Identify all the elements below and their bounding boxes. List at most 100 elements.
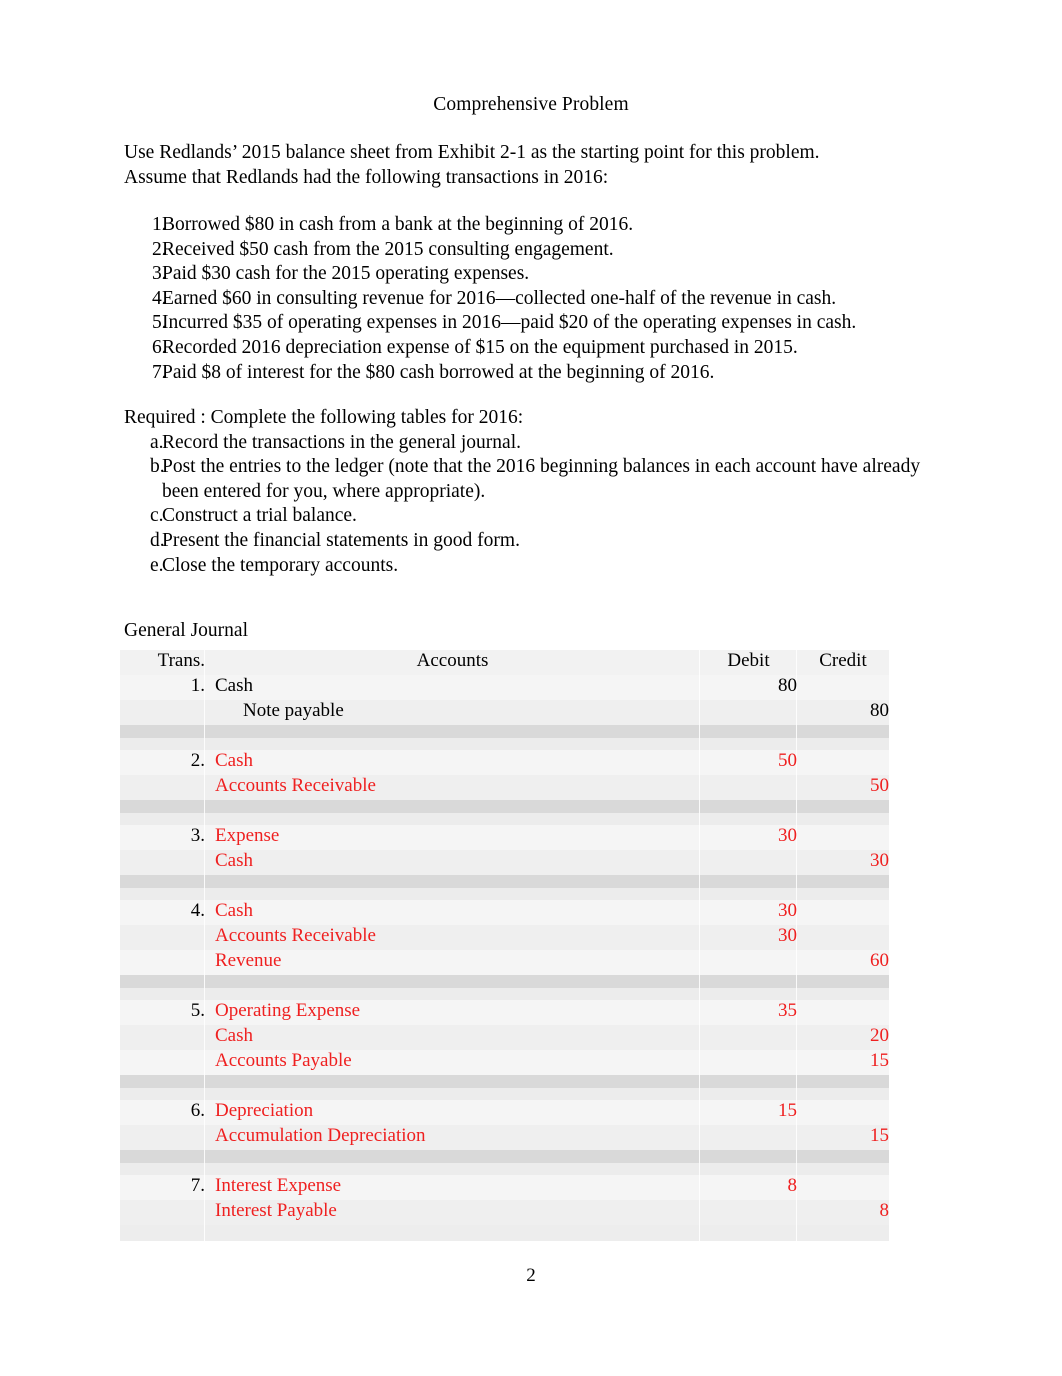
table-spacer-cell	[797, 875, 889, 888]
journal-account-name: Operating Expense	[205, 1000, 700, 1025]
intro-line-2: Assume that Redlands had the following t…	[124, 166, 609, 188]
table-spacer-cell	[700, 875, 797, 888]
table-bottom-cell	[205, 1225, 700, 1241]
table-row: Accounts Payable 15	[120, 1050, 889, 1075]
required-list-item-text: Present the financial statements in good…	[162, 529, 520, 551]
required-list-item-text: Close the temporary accounts.	[162, 554, 399, 576]
intro-paragraph: Use Redlands’ 2015 balance sheet from Ex…	[124, 141, 914, 190]
table-spacer-row	[120, 1150, 889, 1163]
journal-account-name: Interest Payable	[205, 1200, 700, 1225]
journal-account-name: Accounts Receivable	[205, 925, 700, 950]
journal-debit-amount	[700, 950, 797, 975]
list-item-text: Earned $60 in consulting revenue for 201…	[162, 287, 837, 309]
journal-credit-amount: 50	[797, 775, 889, 800]
journal-credit-amount	[797, 1175, 889, 1200]
list-item-number: 7.	[152, 361, 167, 383]
journal-trans-number: 1.	[120, 675, 205, 700]
table-row: 5. Operating Expense 35	[120, 1000, 889, 1025]
intro-line-1: Use Redlands’ 2015 balance sheet from Ex…	[124, 142, 820, 163]
table-spacer-cell	[205, 738, 700, 750]
column-header-trans: Trans.	[120, 650, 205, 675]
table-row: Accounts Receivable 50	[120, 775, 889, 800]
journal-trans-number: 7.	[120, 1175, 205, 1200]
journal-trans-number	[120, 950, 205, 975]
table-bottom-cell	[120, 1225, 205, 1241]
table-spacer-cell	[120, 813, 205, 825]
table-row: Note payable 80	[120, 700, 889, 725]
table-spacer-cell	[205, 725, 700, 738]
list-item: 4. Earned $60 in consulting revenue for 2…	[124, 287, 954, 312]
journal-trans-number	[120, 1200, 205, 1225]
table-spacer-cell	[797, 1150, 889, 1163]
list-item-text: Incurred $35 of operating expenses in 20…	[162, 312, 857, 334]
journal-account-name: Note payable	[205, 700, 700, 725]
table-spacer-cell	[700, 988, 797, 1000]
list-item: 7. Paid $8 of interest for the $80 cash b…	[124, 361, 954, 386]
table-spacer-cell	[797, 988, 889, 1000]
table-spacer-row	[120, 813, 889, 825]
table-spacer-cell	[120, 1075, 205, 1088]
journal-credit-amount: 30	[797, 850, 889, 875]
document-page: Comprehensive Problem Use Redlands’ 2015…	[0, 0, 1062, 1376]
table-spacer-row	[120, 725, 889, 738]
journal-debit-amount: 30	[700, 925, 797, 950]
table-spacer-cell	[700, 888, 797, 900]
journal-credit-amount	[797, 675, 889, 700]
table-row: 3. Expense 30	[120, 825, 889, 850]
table-spacer-cell	[797, 1075, 889, 1088]
journal-debit-amount: 8	[700, 1175, 797, 1200]
journal-debit-amount: 50	[700, 750, 797, 775]
table-spacer-cell	[120, 1163, 205, 1175]
table-row: Cash 30	[120, 850, 889, 875]
table-bottom-cell	[700, 1225, 797, 1241]
table-spacer-row	[120, 800, 889, 813]
journal-debit-amount: 80	[700, 675, 797, 700]
list-item-text: Paid $8 of interest for the $80 cash bor…	[162, 361, 715, 383]
journal-debit-amount	[700, 1200, 797, 1225]
journal-credit-amount	[797, 825, 889, 850]
journal-account-name: Depreciation	[205, 1100, 700, 1125]
required-list-item: a. Record the transactions in the general…	[124, 431, 924, 456]
table-spacer-cell	[797, 813, 889, 825]
table-spacer-cell	[120, 725, 205, 738]
required-list-item: e. Close the temporary accounts.	[124, 554, 924, 579]
column-header-debit: Debit	[700, 650, 797, 675]
table-spacer-cell	[700, 1163, 797, 1175]
journal-debit-amount: 15	[700, 1100, 797, 1125]
table-spacer-cell	[797, 725, 889, 738]
table-spacer-row	[120, 888, 889, 900]
journal-account-name: Accumulation Depreciation	[205, 1125, 700, 1150]
journal-trans-number	[120, 925, 205, 950]
required-list-item-number: b.	[150, 456, 165, 478]
table-spacer-cell	[205, 1088, 700, 1100]
journal-trans-number: 4.	[120, 900, 205, 925]
list-item: 6. Recorded 2016 depreciation expense of …	[124, 336, 954, 361]
journal-credit-amount	[797, 1100, 889, 1125]
table-row: Cash 20	[120, 1025, 889, 1050]
table-row: Interest Payable 8	[120, 1200, 889, 1225]
table-spacer-cell	[700, 1150, 797, 1163]
journal-account-name: Expense	[205, 825, 700, 850]
journal-trans-number	[120, 700, 205, 725]
journal-account-name: Accounts Payable	[205, 1050, 700, 1075]
table-spacer-cell	[797, 1088, 889, 1100]
list-item-text: Recorded 2016 depreciation expense of $1…	[162, 336, 798, 358]
journal-credit-amount: 15	[797, 1050, 889, 1075]
journal-trans-number	[120, 850, 205, 875]
column-header-credit: Credit	[797, 650, 889, 675]
table-spacer-cell	[120, 875, 205, 888]
table-spacer-cell	[205, 988, 700, 1000]
journal-account-name: Cash	[205, 1025, 700, 1050]
list-item-text: Received $50 cash from the 2015 consulti…	[162, 238, 614, 260]
required-list: a. Record the transactions in the general…	[124, 431, 924, 579]
journal-account-name: Revenue	[205, 950, 700, 975]
table-spacer-cell	[797, 1163, 889, 1175]
journal-trans-number: 2.	[120, 750, 205, 775]
journal-debit-amount	[700, 700, 797, 725]
journal-debit-amount: 30	[700, 825, 797, 850]
required-list-item-number: a.	[150, 431, 164, 453]
journal-credit-amount: 8	[797, 1200, 889, 1225]
table-spacer-row	[120, 875, 889, 888]
journal-account-name: Cash	[205, 675, 700, 700]
table-row: 2. Cash 50	[120, 750, 889, 775]
